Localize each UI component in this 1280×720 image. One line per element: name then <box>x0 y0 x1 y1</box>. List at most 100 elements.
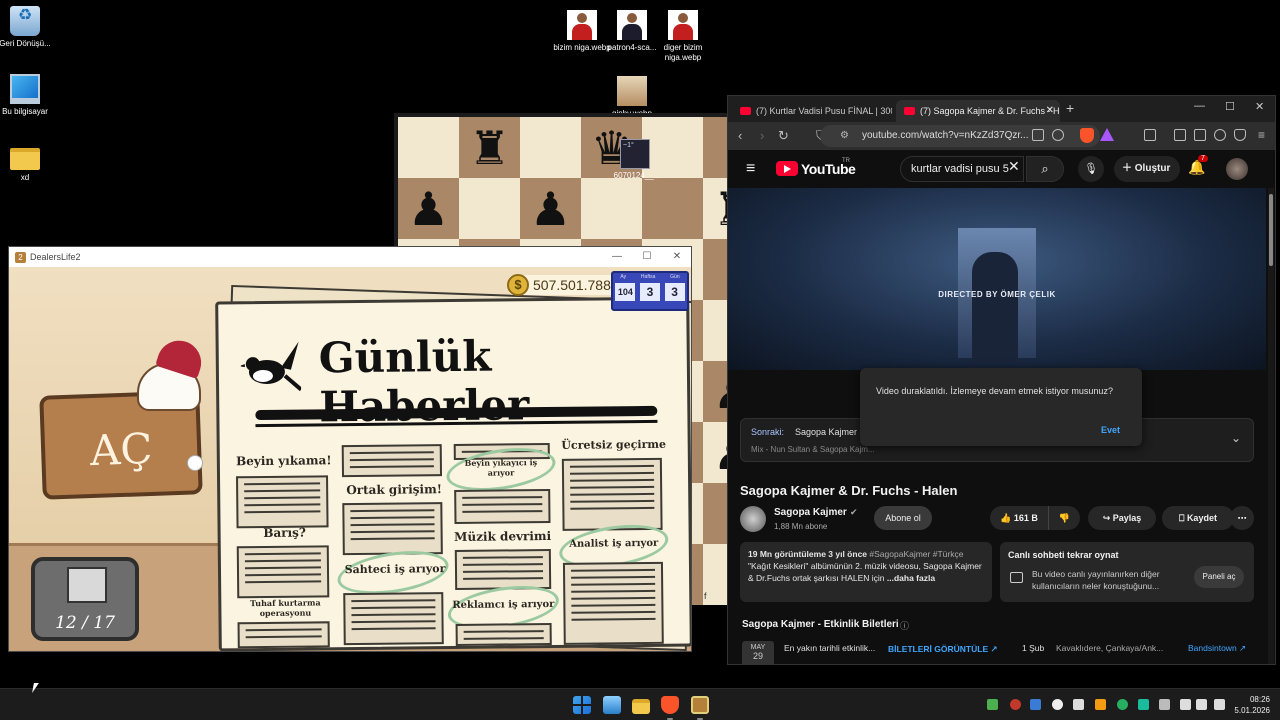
chess-square[interactable] <box>703 117 728 178</box>
system-clock[interactable]: 08:26 5.01.2026 <box>1234 694 1270 716</box>
newspaper[interactable]: Günlük Haberler Beyin yıkama! Barış? Tuh… <box>215 296 691 651</box>
chess-square[interactable] <box>398 117 459 178</box>
chess-piece-icon[interactable]: ♟ <box>703 367 728 417</box>
brave-rewards-icon[interactable] <box>1100 128 1114 141</box>
steam-icon[interactable] <box>1030 699 1041 710</box>
menu-icon[interactable]: ≡ <box>1258 128 1265 142</box>
headline-highlighted[interactable]: Analist iş arıyor <box>561 538 667 550</box>
headline[interactable]: Müzik devrimi <box>451 529 555 544</box>
headline[interactable]: Ortak girişim! <box>342 482 446 497</box>
leo-ai-icon[interactable] <box>1214 129 1226 141</box>
headline[interactable]: Barış? <box>235 525 335 540</box>
photos-app-icon[interactable] <box>603 696 621 714</box>
like-button[interactable]: 👍 161 B <box>990 506 1048 530</box>
headline-highlighted[interactable]: Sahteci iş arıyor <box>343 562 447 576</box>
minimize-button[interactable]: — <box>607 247 627 267</box>
back-arrow-icon[interactable]: ‹ <box>738 128 742 143</box>
dealerslife-titlebar[interactable]: 2 DealersLife2 — ☐ ✕ <box>9 247 691 267</box>
page-scrollbar[interactable] <box>1268 188 1274 664</box>
search-button[interactable]: ⌕ <box>1026 156 1064 182</box>
description-hashtags[interactable]: #SagopaKajmer #Türkçe <box>869 549 963 559</box>
site-info-icon[interactable]: ⚙ <box>840 130 849 141</box>
share-button[interactable]: ↪ Paylaş <box>1088 506 1156 530</box>
chess-square[interactable] <box>642 178 703 239</box>
channel-name[interactable]: Sagopa Kajmer <box>774 507 847 518</box>
tab-sagopa-kajmer[interactable]: (7) Sagopa Kajmer & Dr. Fuchs - H ✕ <box>896 100 1060 122</box>
channel-avatar[interactable] <box>740 506 766 532</box>
chess-piece-icon[interactable]: ♟ <box>520 184 581 234</box>
desktop-icon-recycle-bin[interactable]: Geri Dönüşü... <box>0 6 58 49</box>
inventory-button[interactable]: 12 / 17 <box>31 557 139 641</box>
chess-square[interactable]: ♟ <box>398 178 459 239</box>
desktop-icon-folder-xd[interactable]: xd <box>0 140 58 183</box>
reload-icon[interactable]: ↻ <box>778 128 789 144</box>
chess-square[interactable] <box>703 239 728 300</box>
description-box[interactable]: 19 Mn görüntüleme 3 yıl önce #SagopaKajm… <box>740 542 992 602</box>
tray-app-icon[interactable] <box>987 699 998 710</box>
forward-arrow-icon[interactable]: › <box>760 128 764 143</box>
start-menu-windows-icon[interactable] <box>573 696 591 714</box>
volume-icon[interactable] <box>1196 699 1207 710</box>
url-text[interactable]: youtube.com/watch?v=nKzZd37Qzr... <box>862 126 1052 146</box>
open-panel-button[interactable]: Paneli aç <box>1194 566 1244 588</box>
headline-highlighted[interactable]: Beyin yıkayıcı iş arıyor <box>452 457 550 478</box>
minimize-button[interactable]: — <box>1194 100 1205 112</box>
tray-app-icon[interactable] <box>1117 699 1128 710</box>
tray-app-icon[interactable] <box>1095 699 1106 710</box>
desktop-icon-image[interactable]: diger bizim niga.webp <box>650 10 716 63</box>
headline-highlighted[interactable]: Reklamcı iş arıyor <box>451 599 555 611</box>
tab-kurtlar-vadisi[interactable]: (7) Kurtlar Vadisi Pusu FİNAL | 300. Bö <box>732 100 892 122</box>
voice-search-button[interactable]: 🎙 <box>1078 156 1104 182</box>
save-button[interactable]: ⎕ Kaydet <box>1162 506 1234 530</box>
desktop-icon-this-pc[interactable]: Bu bilgisayar <box>0 74 58 117</box>
chess-square[interactable] <box>642 117 703 178</box>
chevron-down-icon[interactable]: ⌄ <box>1231 431 1241 445</box>
create-button[interactable]: ＋ Oluştur <box>1114 156 1181 182</box>
youtube-logo-icon[interactable] <box>776 161 798 176</box>
hamburger-menu-icon[interactable]: ≡ <box>746 160 755 178</box>
more-actions-button[interactable]: ⋯ <box>1230 506 1254 530</box>
wallet-icon[interactable] <box>1194 129 1206 141</box>
battery-icon[interactable] <box>1214 699 1225 710</box>
vpn-icon[interactable] <box>1234 129 1246 141</box>
new-tab-button[interactable]: + <box>1066 100 1074 116</box>
info-icon[interactable]: ⓘ <box>900 619 909 632</box>
chess-square[interactable] <box>459 178 520 239</box>
chess-square[interactable]: ♟ <box>703 361 728 422</box>
maximize-button[interactable]: ☐ <box>1225 100 1235 113</box>
close-button[interactable]: ✕ <box>667 247 687 267</box>
microphone-icon[interactable] <box>1159 699 1170 710</box>
account-avatar[interactable] <box>1226 158 1248 180</box>
chess-piece-icon[interactable]: ♟ <box>703 428 728 478</box>
close-button[interactable]: ✕ <box>1255 100 1264 113</box>
tray-app-icon[interactable] <box>1052 699 1063 710</box>
chess-square[interactable] <box>703 483 728 544</box>
brave-shields-icon[interactable] <box>1080 128 1094 143</box>
chess-piece-icon[interactable]: ♜ <box>459 123 520 173</box>
browser-window[interactable]: (7) Kurtlar Vadisi Pusu FİNAL | 300. Bö … <box>727 95 1276 665</box>
chess-square[interactable] <box>520 117 581 178</box>
cast-icon[interactable] <box>1032 129 1044 141</box>
dealerslife-window[interactable]: 2 DealersLife2 — ☐ ✕ AÇ 12 / 17 Günlük H… <box>8 246 692 652</box>
headline[interactable]: Beyin yıkama! <box>234 453 334 468</box>
view-tickets-button[interactable]: BİLETLERİ GÖRÜNTÜLE ↗ <box>888 644 998 655</box>
search-input[interactable]: kurtlar vadisi pusu 5 <box>900 156 1024 182</box>
sidebar-icon[interactable] <box>1174 129 1186 141</box>
chess-square[interactable] <box>703 300 728 361</box>
headline[interactable]: Ücretsiz geçirme <box>556 438 672 452</box>
scrollbar-thumb[interactable] <box>1269 194 1273 266</box>
dislike-button[interactable]: 👎 <box>1048 506 1080 530</box>
chess-square[interactable]: ♟ <box>520 178 581 239</box>
subscribe-button[interactable]: Abone ol <box>874 506 932 530</box>
continue-watching-button[interactable]: Evet <box>1101 425 1120 435</box>
chess-piece-icon[interactable]: ♜ <box>703 184 728 234</box>
chess-square[interactable]: ♜ <box>459 117 520 178</box>
chess-piece-icon[interactable]: ♟ <box>398 184 459 234</box>
maximize-button[interactable]: ☐ <box>637 247 657 267</box>
share-page-icon[interactable] <box>1052 129 1064 141</box>
tab-close-icon[interactable]: ✕ <box>1046 100 1054 122</box>
chess-square[interactable]: ♜ <box>703 178 728 239</box>
brave-browser-icon[interactable] <box>661 696 679 714</box>
tab-search-icon[interactable] <box>1144 129 1156 141</box>
ticket-vendor-link[interactable]: Bandsintown ↗ <box>1188 643 1246 654</box>
